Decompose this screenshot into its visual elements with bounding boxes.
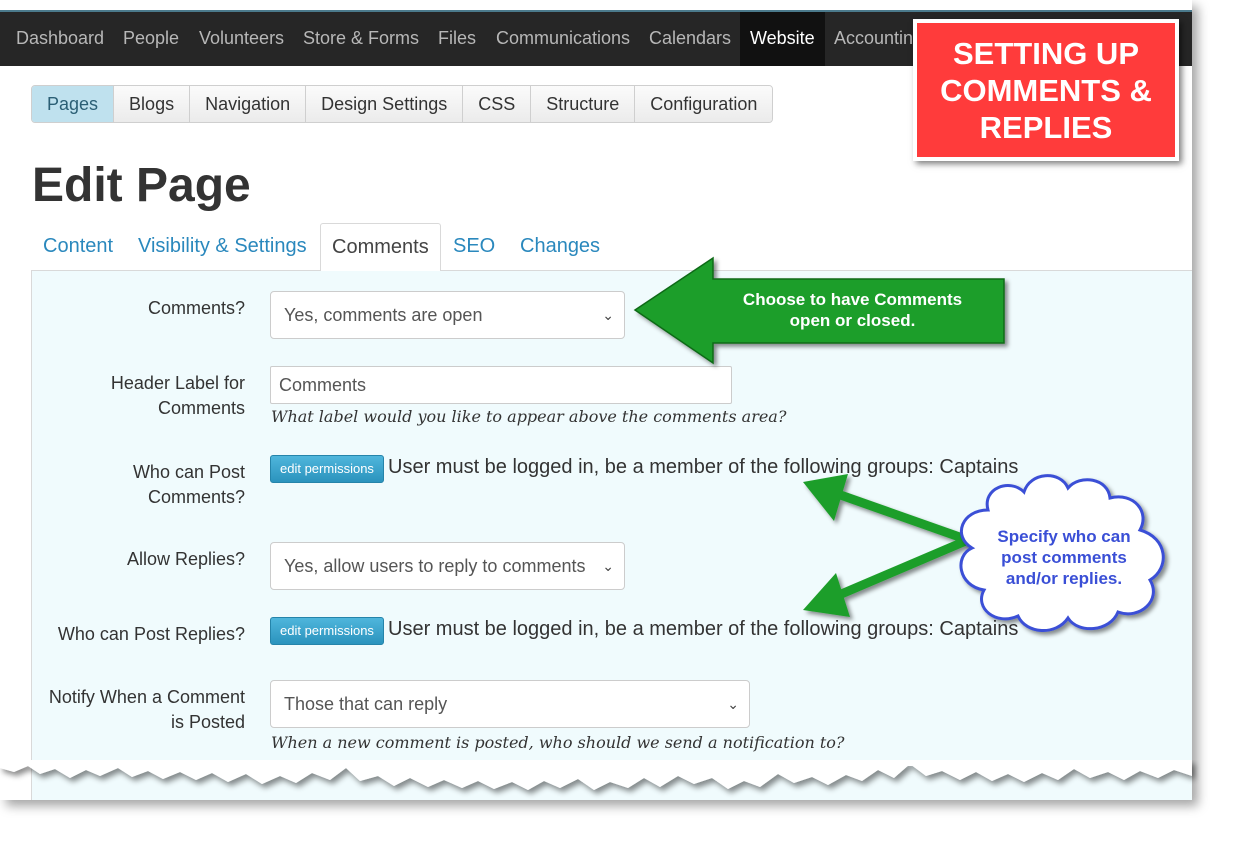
subtab-pages[interactable]: Pages <box>32 86 115 122</box>
torn-edge <box>0 760 1192 790</box>
comments-label: Comments? <box>147 298 245 318</box>
tab-visibility-settings[interactable]: Visibility & Settings <box>127 223 318 269</box>
arrow-callout-line2: open or closed. <box>789 311 916 330</box>
allow-replies-select-value: Yes, allow users to reply to comments <box>284 556 586 576</box>
header-label-label-line2: Comments <box>157 398 245 418</box>
chevron-down-icon: ⌄ <box>727 696 739 712</box>
who-post-replies-label: Who can Post Replies? <box>57 624 245 644</box>
notify-label-line1: Notify When a Comment <box>48 687 245 707</box>
comment-permissions-text: User must be logged in, be a member of t… <box>388 456 1019 478</box>
subtab-configuration[interactable]: Configuration <box>635 86 773 122</box>
cloud-callout-line3: and/or replies. <box>1005 569 1123 588</box>
edit-reply-permissions-button[interactable]: edit permissions <box>270 617 384 645</box>
notify-label-line2: is Posted <box>170 712 245 732</box>
tab-seo[interactable]: SEO <box>442 223 506 269</box>
who-post-comments-label-line2: Comments? <box>147 487 245 507</box>
chevron-down-icon: ⌄ <box>602 307 614 323</box>
arrow-callout-text: Choose to have Comments open or closed. <box>720 289 985 331</box>
subtab-design-settings[interactable]: Design Settings <box>306 86 464 122</box>
comments-select-value: Yes, comments are open <box>284 305 483 325</box>
who-post-comments-label-line1: Who can Post <box>132 462 245 482</box>
topnav-website[interactable]: Website <box>740 12 825 66</box>
subtab-css[interactable]: CSS <box>463 86 532 122</box>
notify-help: When a new comment is posted, who should… <box>271 733 845 752</box>
callout-title-line2: COMMENTS & <box>940 72 1152 108</box>
notify-label: Notify When a Comment is Posted <box>0 685 245 735</box>
allow-replies-select[interactable]: Yes, allow users to reply to comments ⌄ <box>270 542 625 590</box>
header-label-help: What label would you like to appear abov… <box>271 407 787 426</box>
allow-replies-label: Allow Replies? <box>126 549 245 569</box>
topnav-dashboard[interactable]: Dashboard <box>6 12 114 66</box>
topnav-files[interactable]: Files <box>428 12 486 66</box>
website-subnav: Pages Blogs Navigation Design Settings C… <box>31 85 774 123</box>
subtab-structure[interactable]: Structure <box>531 86 636 122</box>
topnav-people[interactable]: People <box>113 12 189 66</box>
arrow-callout-line1: Choose to have Comments <box>742 290 963 309</box>
who-post-comments-label: Who can Post Comments? <box>5 460 245 510</box>
cloud-callout-line1: Specify who can <box>997 527 1131 546</box>
tab-content[interactable]: Content <box>32 223 124 269</box>
tutorial-title-callout: SETTING UP COMMENTS & REPLIES <box>913 19 1179 161</box>
page-title: Edit Page <box>32 159 251 212</box>
header-label-input[interactable]: Comments <box>270 366 732 404</box>
topnav-calendars[interactable]: Calendars <box>639 12 741 66</box>
cloud-callout-line2: post comments <box>1001 548 1127 567</box>
reply-permissions-text: User must be logged in, be a member of t… <box>388 618 1019 640</box>
header-label-label: Header Label for Comments <box>5 371 245 421</box>
topnav-store-forms[interactable]: Store & Forms <box>293 12 429 66</box>
callout-title-line3: REPLIES <box>979 109 1113 145</box>
notify-select-value: Those that can reply <box>284 694 448 714</box>
subtab-blogs[interactable]: Blogs <box>114 86 191 122</box>
callout-title-line1: SETTING UP <box>952 35 1139 71</box>
subtab-navigation[interactable]: Navigation <box>190 86 307 122</box>
cloud-callout-text: Specify who can post comments and/or rep… <box>974 526 1154 589</box>
tab-comments[interactable]: Comments <box>320 223 441 272</box>
edit-comment-permissions-button[interactable]: edit permissions <box>270 455 384 483</box>
comments-select[interactable]: Yes, comments are open ⌄ <box>270 291 625 339</box>
topnav-communications[interactable]: Communications <box>486 12 640 66</box>
header-label-label-line1: Header Label for <box>110 373 245 393</box>
chevron-down-icon: ⌄ <box>602 558 614 574</box>
topnav-volunteers[interactable]: Volunteers <box>189 12 294 66</box>
tab-changes[interactable]: Changes <box>509 223 611 269</box>
notify-select[interactable]: Those that can reply ⌄ <box>270 680 750 728</box>
